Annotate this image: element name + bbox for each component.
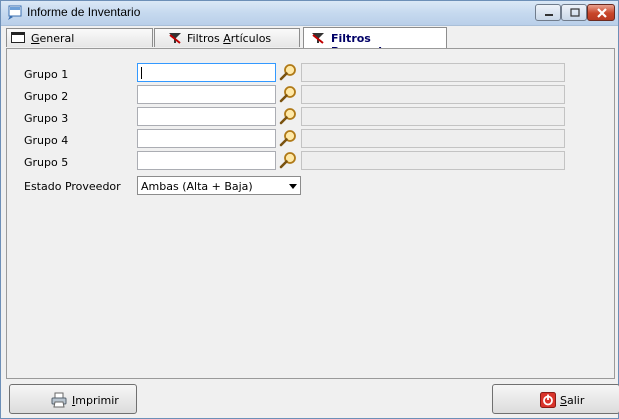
exit-icon (540, 392, 556, 408)
grupo1-label: Grupo 1 (24, 68, 69, 81)
minimize-icon (545, 14, 553, 16)
print-button[interactable]: Imprimir (9, 384, 137, 414)
app-icon (8, 5, 22, 20)
grupo5-description (301, 151, 565, 170)
report-window: Informe de Inventario General Filtros Ar… (0, 0, 619, 419)
grupo2-input[interactable] (137, 85, 276, 104)
filter-icon (169, 33, 181, 44)
exit-button[interactable]: Salir (492, 384, 619, 414)
tab-filtros-articulos-label: Filtros Artículos (187, 32, 272, 45)
window-title: Informe de Inventario (27, 5, 141, 19)
search-icon[interactable] (278, 107, 298, 127)
grupo4-description (301, 129, 565, 148)
tab-strip: General Filtros Artículos Filtros Provee… (6, 27, 615, 58)
grupo4-input[interactable] (137, 129, 276, 148)
tab-filtros-proveedores[interactable]: Filtros Proveedores (303, 27, 447, 58)
grupo4-label: Grupo 4 (24, 134, 69, 147)
grupo5-input[interactable] (137, 151, 276, 170)
grupo2-description (301, 85, 565, 104)
close-icon (597, 8, 607, 18)
search-icon[interactable] (278, 63, 298, 83)
printer-icon (51, 392, 67, 408)
maximize-button[interactable] (561, 4, 587, 21)
grupo2-label: Grupo 2 (24, 90, 69, 103)
grupo1-description (301, 63, 565, 82)
chevron-down-icon[interactable] (289, 184, 297, 189)
grupo3-description (301, 107, 565, 126)
grupo1-input[interactable] (137, 63, 276, 82)
close-button[interactable] (587, 4, 615, 21)
search-icon[interactable] (278, 129, 298, 149)
estado-proveedor-value: Ambas (Alta + Baja) (141, 180, 253, 193)
grupo3-label: Grupo 3 (24, 112, 69, 125)
maximize-icon (570, 8, 580, 17)
minimize-button[interactable] (535, 4, 561, 21)
window-icon (11, 32, 25, 43)
filter-icon (312, 33, 324, 44)
estado-proveedor-select[interactable]: Ambas (Alta + Baja) (137, 176, 301, 195)
estado-proveedor-label: Estado Proveedor (24, 180, 121, 193)
grupo3-input[interactable] (137, 107, 276, 126)
search-icon[interactable] (278, 151, 298, 171)
grupo5-label: Grupo 5 (24, 156, 69, 169)
button-bar: Imprimir Salir (6, 379, 619, 418)
print-button-label: Imprimir (72, 394, 119, 407)
tab-general[interactable]: General (6, 28, 153, 47)
tab-filtros-articulos[interactable]: Filtros Artículos (154, 28, 300, 47)
filter-panel: Grupo 1 Grupo 2 Grupo 3 Grupo 4 Grupo 5 … (6, 48, 615, 379)
search-icon[interactable] (278, 85, 298, 105)
title-bar[interactable]: Informe de Inventario (1, 1, 618, 26)
tab-general-label: General (31, 32, 75, 45)
text-caret (141, 67, 142, 79)
exit-button-label: Salir (560, 394, 585, 407)
